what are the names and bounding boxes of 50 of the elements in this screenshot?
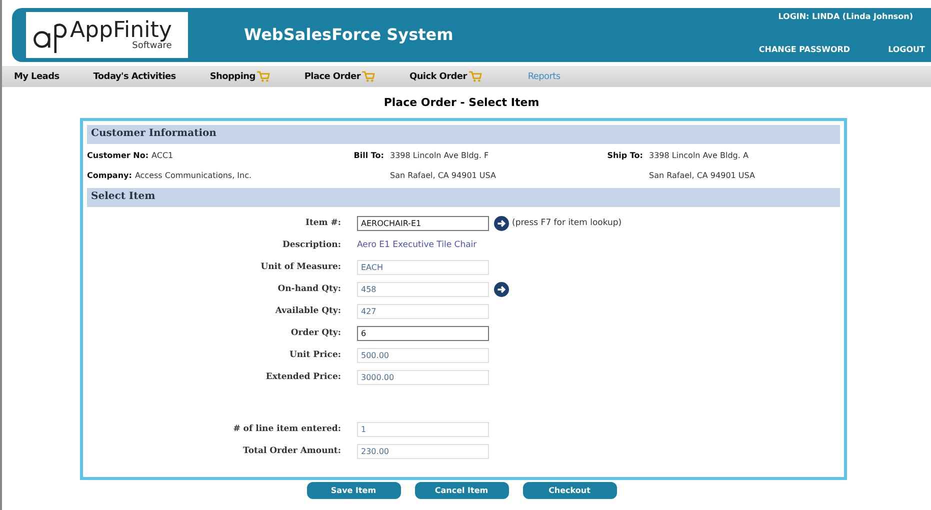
action-button[interactable]: Cancel Item (414, 482, 508, 499)
page-title: Place Order - Select Item (382, 96, 540, 109)
login-info: LOGIN: LINDA (Linda Johnson) (778, 12, 914, 21)
field-label: Unit Price: (288, 350, 342, 360)
nav-link[interactable]: My Leads (14, 72, 60, 82)
action-button[interactable]: Checkout (522, 482, 616, 499)
header-link[interactable]: LOGOUT (888, 45, 925, 54)
header-link[interactable]: CHANGE PASSWORD (758, 45, 850, 54)
field-label: Order Qty: (290, 328, 342, 338)
field-label: On-hand Qty: (276, 284, 342, 294)
address-line: San Rafael, CA 94901 USA (390, 170, 496, 182)
nav-link[interactable]: Today's Activities (93, 72, 176, 82)
field-value: ACC1 (152, 151, 174, 160)
nav-link[interactable]: Shopping (210, 71, 270, 82)
logo-text: AppFinity (70, 20, 172, 42)
readonly-field: 3000.00 (357, 370, 489, 384)
arrow-button-icon[interactable] (494, 216, 509, 230)
field-label: Extended Price: (264, 372, 342, 382)
field-value: Access Communications, Inc. (134, 171, 252, 180)
readonly-field: EACH (357, 260, 489, 274)
nav-link[interactable]: Place Order (304, 71, 376, 82)
address-line: 3398 Lincoln Ave Bldg. A (649, 150, 750, 162)
section-header: Customer Information (87, 125, 840, 144)
address-line: San Rafael, CA 94901 USA (649, 170, 755, 182)
hint-text: (press F7 for item lookup) (512, 218, 622, 228)
field-label: Unit of Measure: (260, 262, 342, 272)
action-button[interactable]: Save Item (306, 482, 400, 499)
input-field[interactable]: 6 (357, 326, 489, 340)
field-label: # of line item entered: (232, 424, 342, 434)
field-label: Item #: (304, 218, 342, 228)
readonly-field: 500.00 (357, 348, 489, 362)
readonly-field: 427 (357, 304, 489, 318)
field-label: Total Order Amount: (242, 446, 342, 456)
field-label: Bill To: (352, 150, 384, 162)
logo-subtitle: Software (132, 42, 172, 50)
address-line: 3398 Lincoln Ave Bldg. F (390, 150, 490, 162)
readonly-field: 1 (357, 422, 489, 436)
description-text: Aero E1 Executive Tile Chair (357, 240, 477, 250)
input-field[interactable]: AEROCHAIR-E1 (357, 216, 489, 230)
system-title: WebSalesForce System (244, 24, 454, 44)
field-label: Customer No: (87, 151, 149, 160)
nav-link[interactable]: Quick Order (409, 71, 482, 82)
field-label: Description: (281, 240, 342, 250)
readonly-field: 458 (357, 282, 489, 296)
field-label: Company: (87, 171, 132, 180)
readonly-field: 230.00 (357, 444, 489, 458)
section-header: Select Item (87, 188, 840, 207)
field-label: Ship To: (606, 150, 643, 162)
field-label: Available Qty: (274, 306, 342, 316)
arrow-button-icon[interactable] (494, 282, 509, 296)
